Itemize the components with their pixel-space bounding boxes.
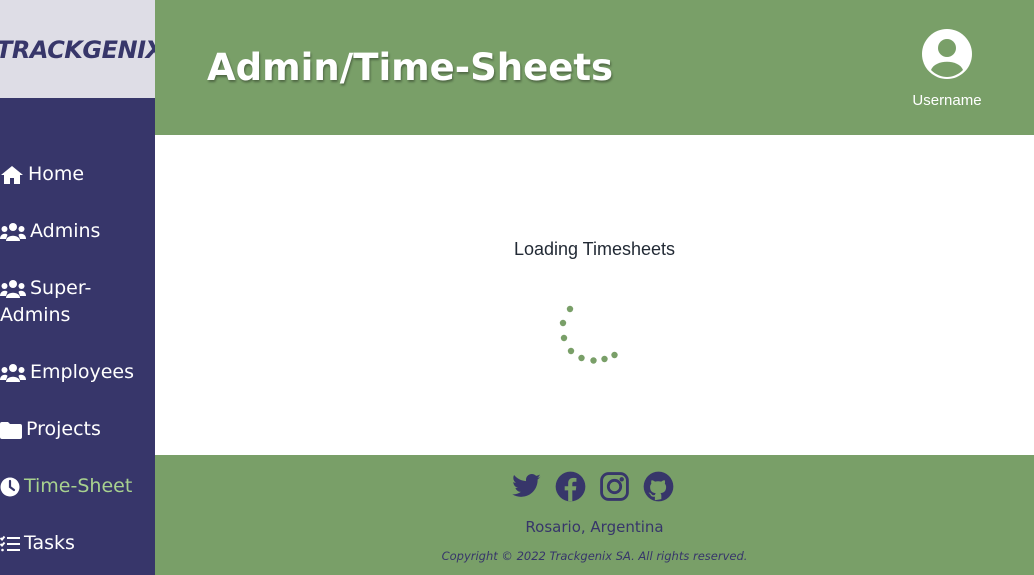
sidebar-item-label: Time-Sheet [24, 475, 133, 497]
instagram-icon[interactable] [599, 471, 630, 502]
user-circle-icon[interactable] [921, 28, 973, 80]
sidebar: TRACKGENIX Home Admins Super- Admins Emp… [0, 0, 164, 575]
folder-icon [0, 416, 22, 443]
social-links [511, 471, 674, 502]
footer: Rosario, Argentina Copyright © 2022 Trac… [155, 455, 1034, 575]
users-icon [0, 359, 26, 386]
user-menu[interactable]: Username [905, 28, 989, 109]
sidebar-item-home[interactable]: Home [0, 161, 84, 188]
sidebar-item-label: Admins [30, 220, 101, 242]
logo-container: TRACKGENIX [0, 0, 164, 98]
sidebar-item-tasks[interactable]: Tasks [0, 530, 75, 557]
logo[interactable]: TRACKGENIX [0, 36, 164, 64]
sidebar-item-label: Tasks [24, 532, 75, 554]
sidebar-item-label: Projects [26, 418, 101, 440]
sidebar-item-employees[interactable]: Employees [0, 359, 134, 386]
username: Username [912, 92, 982, 109]
github-icon[interactable] [643, 471, 674, 502]
home-icon [0, 161, 24, 188]
header: Admin/Time-Sheets Username [155, 0, 1034, 135]
sidebar-item-admins[interactable]: Admins [0, 218, 100, 245]
facebook-icon[interactable] [555, 471, 586, 502]
footer-copyright: Copyright © 2022 Trackgenix SA. All righ… [441, 549, 748, 563]
users-icon [0, 275, 26, 302]
page-title: Admin/Time-Sheets [207, 46, 614, 89]
loading-spinner-icon [555, 303, 625, 365]
sidebar-item-super-admins[interactable]: Super- Admins [0, 275, 150, 329]
main-content: Loading Timesheets [155, 135, 1034, 455]
tasks-icon [0, 530, 20, 557]
twitter-icon[interactable] [511, 471, 542, 502]
sidebar-item-projects[interactable]: Projects [0, 416, 101, 443]
sidebar-item-time-sheet[interactable]: Time-Sheet [0, 473, 132, 500]
sidebar-item-label: Employees [30, 361, 134, 383]
users-icon [0, 218, 26, 245]
loading-text: Loading Timesheets [513, 239, 676, 259]
footer-location: Rosario, Argentina [525, 518, 664, 536]
sidebar-item-label: Home [28, 163, 85, 185]
clock-icon [0, 473, 20, 500]
